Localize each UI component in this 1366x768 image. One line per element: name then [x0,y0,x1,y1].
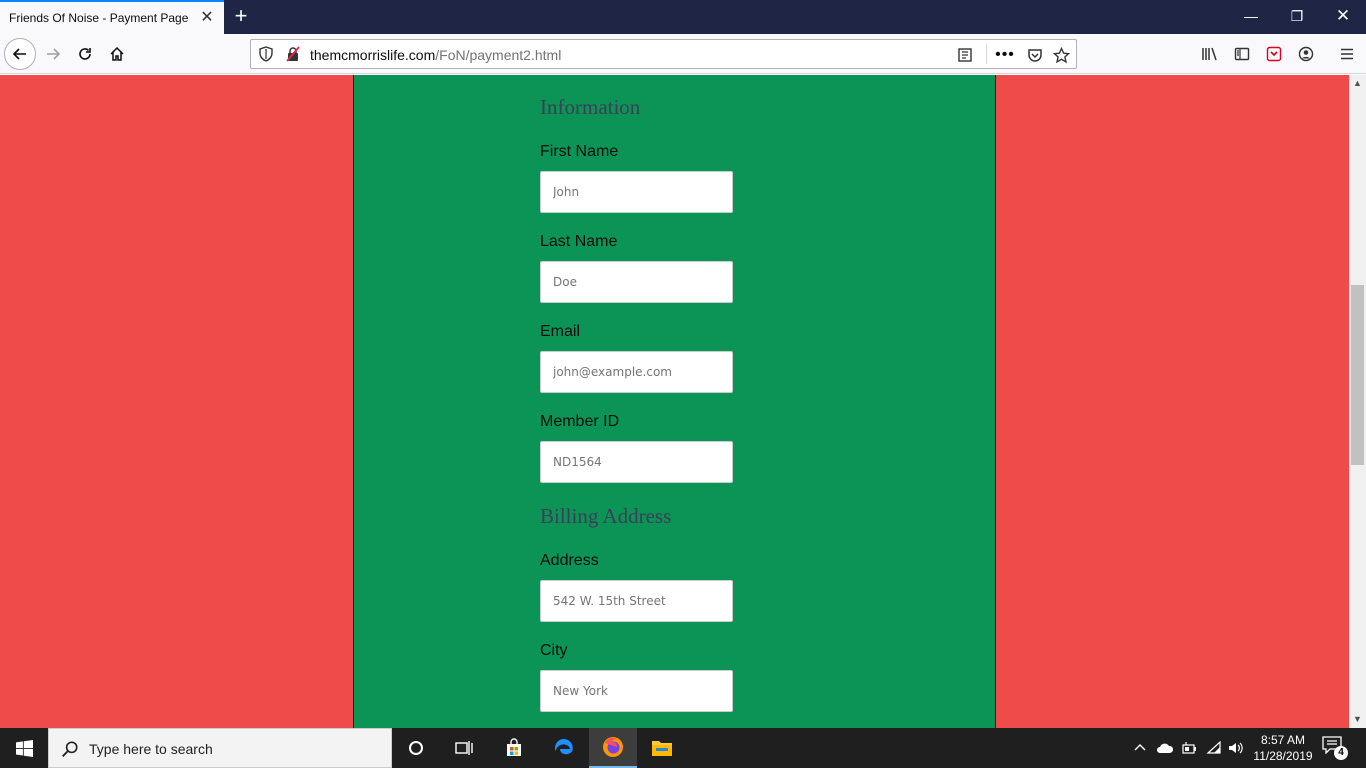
library-icon[interactable] [1200,44,1220,64]
hamburger-menu-icon[interactable] [1337,44,1357,64]
url-path: /FoN/payment2.html [435,47,562,63]
chevron-up-icon[interactable] [1130,738,1150,758]
edge-button[interactable] [540,728,588,768]
volume-icon[interactable] [1226,738,1246,758]
windows-logo-icon [15,739,33,757]
window-close-button[interactable]: ✕ [1320,0,1366,34]
pocket-icon[interactable] [1026,46,1044,64]
payment-form-panel: Information First Name Last Name Email M… [353,75,996,728]
email-input[interactable] [540,351,733,393]
microsoft-store-button[interactable] [490,728,538,768]
navigation-bar: themcmorrislife.com/FoN/payment2.html ••… [0,34,1366,74]
first-name-label: First Name [540,143,619,160]
shield-icon[interactable] [258,46,274,62]
last-name-input[interactable] [540,261,733,303]
taskbar-clock[interactable]: 8:57 AM 11/28/2019 [1248,732,1318,764]
forward-button[interactable] [37,38,69,70]
search-icon [62,741,78,757]
home-button[interactable] [101,38,133,70]
clock-time: 8:57 AM [1260,733,1306,747]
address-bar[interactable]: themcmorrislife.com/FoN/payment2.html ••… [250,39,1077,69]
file-explorer-button[interactable] [638,728,686,768]
search-placeholder: Type here to search [89,741,213,757]
taskbar-search-box[interactable]: Type here to search [48,728,392,768]
close-tab-icon[interactable]: ✕ [199,9,215,27]
sidebar-icon[interactable] [1232,44,1252,64]
onedrive-cloud-icon[interactable] [1155,738,1175,758]
url-domain: themcmorrislife.com [310,47,436,63]
file-explorer-icon [652,741,672,756]
billing-address-heading: Billing Address [540,504,672,528]
notification-count-badge: 4 [1334,746,1348,760]
firefox-button[interactable] [589,728,637,768]
home-icon [110,46,124,61]
back-arrow-icon [12,48,26,60]
page-actions-button[interactable]: ••• [995,46,1014,64]
last-name-label: Last Name [540,233,618,250]
member-id-label: Member ID [540,413,620,430]
reload-icon [79,48,91,60]
task-view-icon [455,741,473,755]
scrollbar-thumb[interactable] [1351,285,1364,465]
back-button[interactable] [4,38,36,70]
member-id-input[interactable] [540,441,733,483]
url-text[interactable]: themcmorrislife.com/FoN/payment2.html [310,47,561,63]
browser-tab[interactable]: Friends Of Noise - Payment Page ✕ [0,0,224,34]
forward-arrow-icon [47,48,61,60]
battery-icon[interactable] [1180,738,1200,758]
firefox-icon [603,737,623,757]
reload-button[interactable] [69,38,101,70]
new-tab-button[interactable]: + [230,4,252,28]
address-input[interactable] [540,580,733,622]
address-bar-separator [986,44,987,64]
first-name-input[interactable] [540,171,733,213]
scroll-up-arrow-icon[interactable]: ▲ [1349,75,1366,92]
clock-date: 11/28/2019 [1253,749,1313,763]
maximize-button[interactable]: ❐ [1274,0,1320,34]
tab-title: Friends Of Noise - Payment Page [9,11,189,25]
page-background: Information First Name Last Name Email M… [0,75,1349,728]
account-icon[interactable] [1296,44,1316,64]
insecure-lock-icon[interactable] [285,46,301,62]
bookmark-star-icon[interactable] [1052,46,1070,64]
edge-icon [555,739,573,755]
city-input[interactable] [540,670,733,712]
pocket-toolbar-icon[interactable] [1264,44,1284,64]
minimize-button[interactable]: — [1228,0,1274,34]
address-label: Address [540,552,599,569]
reader-view-icon[interactable] [956,46,974,64]
cortana-icon [409,741,423,755]
vertical-scrollbar[interactable]: ▲ ▼ [1349,75,1366,728]
scroll-down-arrow-icon[interactable]: ▼ [1349,711,1366,728]
wifi-icon[interactable] [1204,738,1224,758]
title-bar: Friends Of Noise - Payment Page ✕ + — ❐ … [0,0,1366,34]
windows-taskbar: Type here to search 8:57 AM 11/28/2019 4 [0,728,1366,768]
task-view-button[interactable] [440,728,488,768]
start-button[interactable] [0,728,48,768]
information-heading: Information [540,95,641,119]
email-label: Email [540,323,581,340]
city-label: City [540,642,568,659]
cortana-button[interactable] [392,728,440,768]
store-icon [507,738,521,756]
notification-icon[interactable]: 4 [1322,736,1348,760]
